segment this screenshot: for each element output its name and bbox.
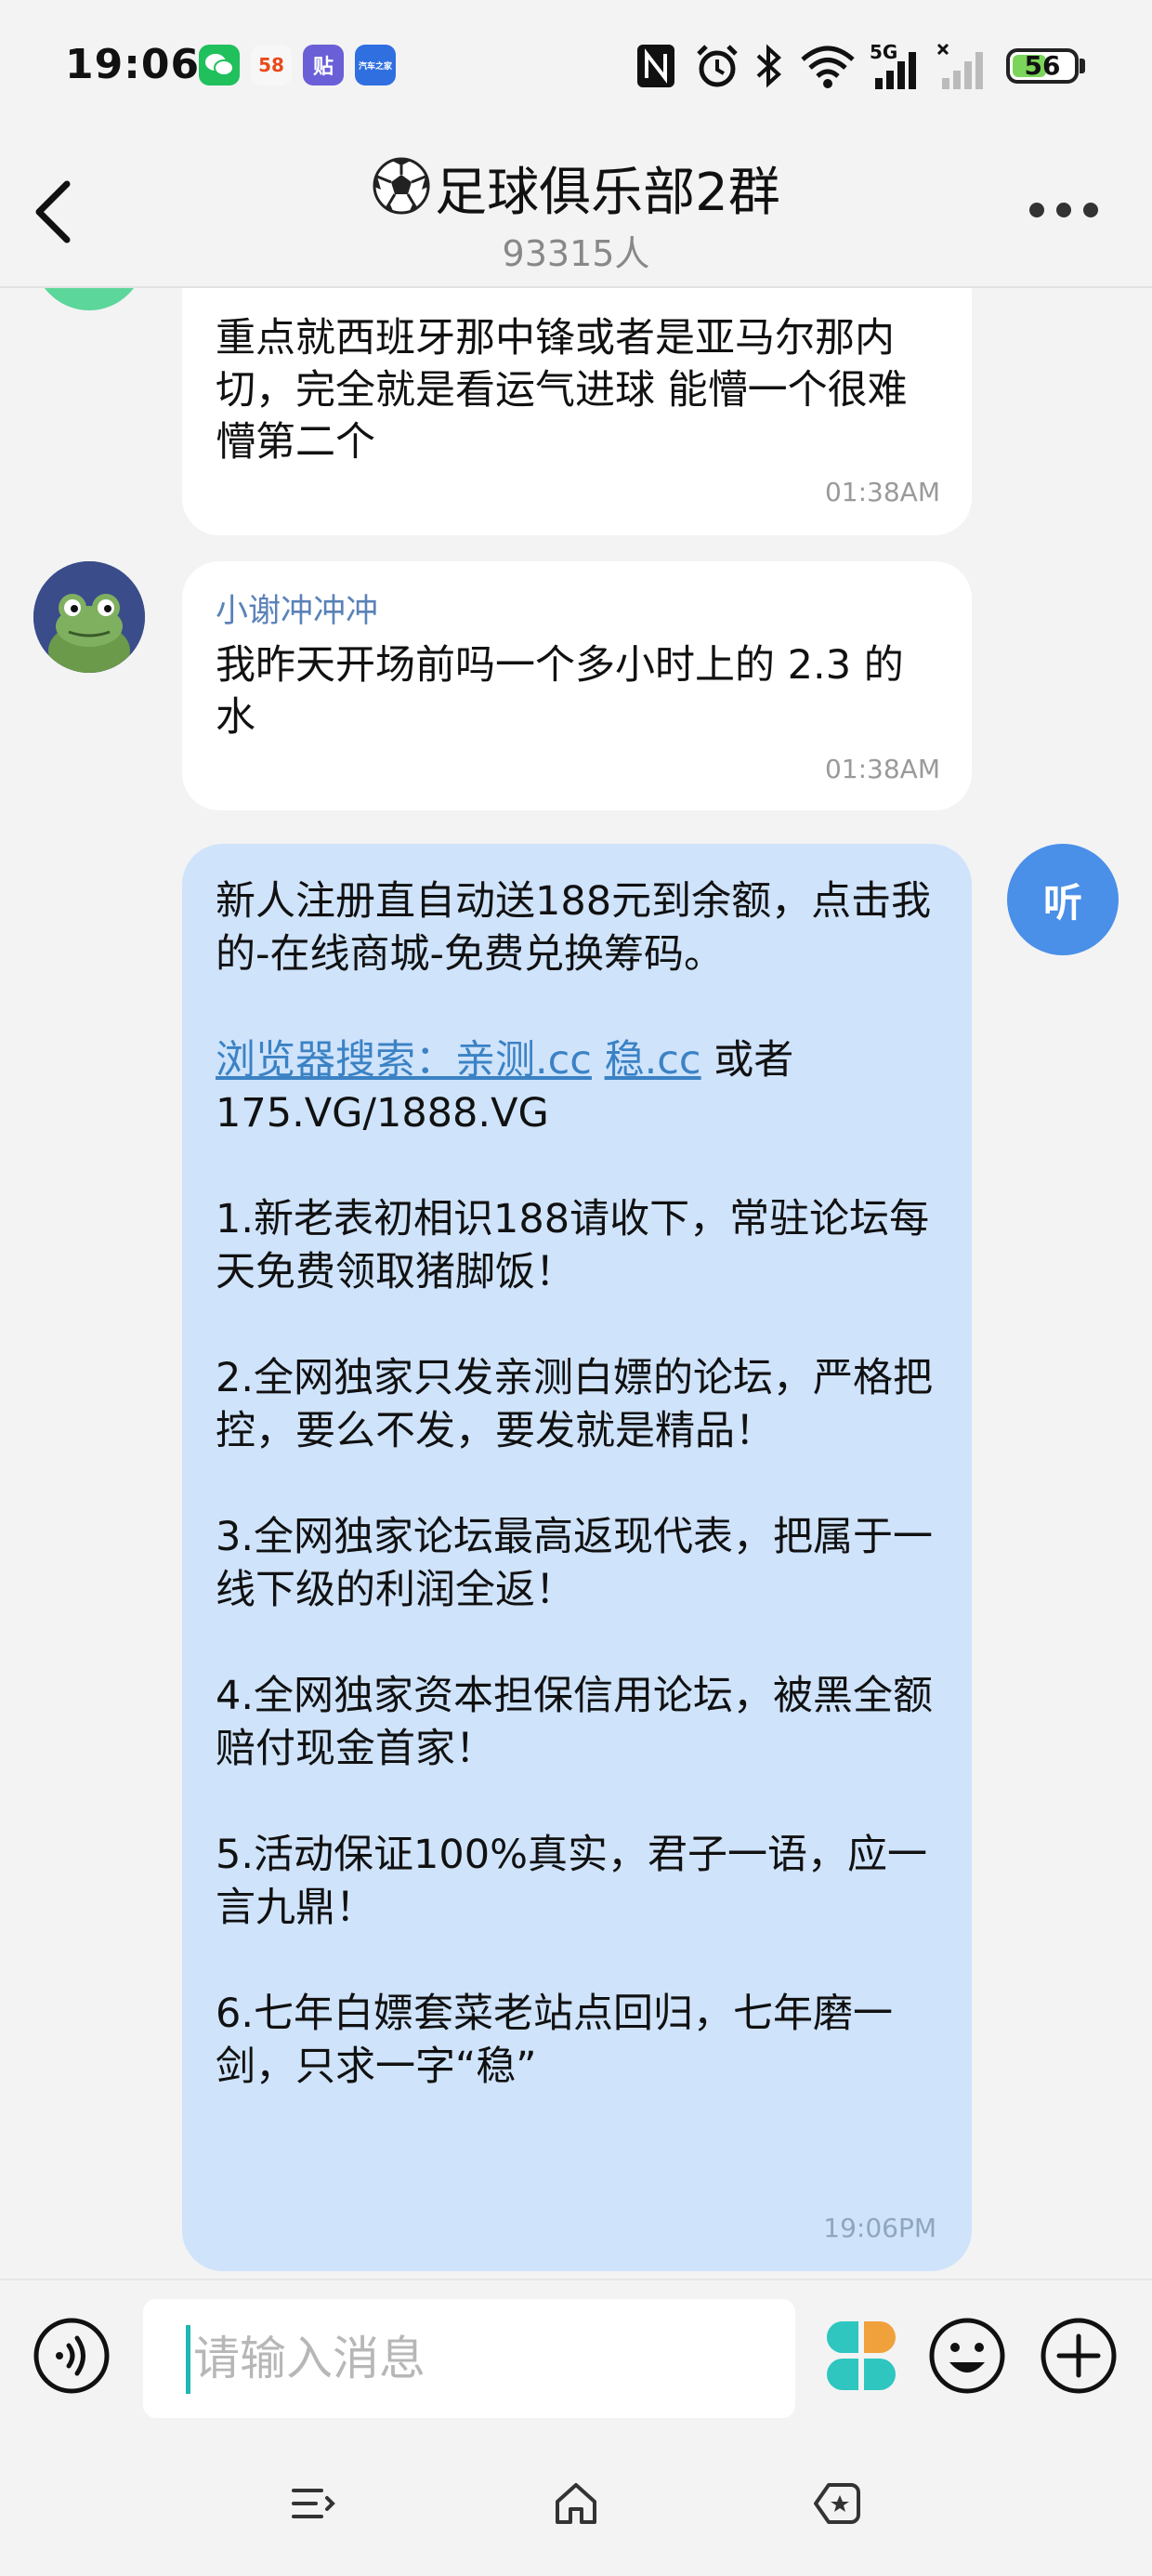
message-time: 01:38AM: [824, 754, 940, 784]
my-avatar[interactable]: 听: [1007, 844, 1119, 955]
or-text: 或者: [700, 1037, 794, 1084]
alarm-icon: [697, 45, 738, 87]
message-bubble[interactable]: 重点就西班牙那中锋或者是亚马尔那内切，完全就是看运气进球 能懵一个很难懵第二个 …: [182, 288, 972, 535]
emoji-icon[interactable]: [927, 2316, 1007, 2396]
sender-name[interactable]: 小谢冲冲冲: [216, 589, 378, 634]
message-paragraph: 2.全网独家只发亲测白嫖的论坛，严格把控，要么不发，要发就是精品！: [216, 1355, 934, 1454]
add-attachment-icon[interactable]: [1039, 2316, 1119, 2396]
recent-apps-icon[interactable]: [284, 2476, 340, 2531]
text-cursor: [186, 2325, 190, 2394]
nfc-icon: [637, 45, 674, 87]
domains-text: 175.VG/1888.VG: [216, 1090, 549, 1137]
message-paragraph: 4.全网独家资本担保信用论坛，被黑全额赔付现金首家！: [216, 1673, 934, 1772]
signal-1-icon: [875, 52, 916, 89]
battery-cap: [1080, 59, 1085, 73]
58-app-icon: 58: [251, 45, 292, 85]
status-bar: 19:06 58 贴 汽车之家 5G 56: [0, 0, 1152, 138]
message-bubble[interactable]: 小谢冲冲冲 我昨天开场前吗一个多小时上的 2.3 的水 01:38AM: [182, 561, 972, 810]
avatar[interactable]: [33, 561, 145, 673]
voice-input-icon[interactable]: [32, 2316, 111, 2396]
message-time: 19:06PM: [823, 2213, 936, 2243]
group-name: 足球俱乐部2群: [435, 163, 780, 223]
system-nav-bar: [0, 2433, 1152, 2576]
tieba-icon: 贴: [303, 45, 344, 85]
home-icon[interactable]: [548, 2476, 604, 2531]
chat-message-list[interactable]: 重点就西班牙那中锋或者是亚马尔那内切，完全就是看运气进球 能懵一个很难懵第二个 …: [0, 288, 1152, 2279]
message-paragraph: 5.活动保证100%真实，君子一语，应一言九鼎！: [216, 1832, 927, 1931]
page-title: 足球俱乐部2群: [0, 151, 1152, 226]
site-link[interactable]: 稳.cc: [605, 1037, 701, 1084]
more-options-icon[interactable]: [1022, 182, 1106, 238]
battery-indicator: 56: [1006, 48, 1079, 84]
message-input-bar: [0, 2279, 1152, 2433]
autohome-icon: 汽车之家: [355, 45, 396, 85]
message-paragraph: 1.新老表初相识188请收下，常驻论坛每天免费领取猪脚饭！: [216, 1196, 930, 1295]
back-nav-icon[interactable]: [810, 2476, 866, 2531]
search-link[interactable]: 浏览器搜索：亲测.cc: [216, 1037, 592, 1084]
my-message-bubble[interactable]: 新人注册直自动送188元到余额，点击我的-在线商城-免费兑换筹码。 浏览器搜索：…: [182, 844, 972, 2271]
avatar[interactable]: [33, 288, 145, 310]
battery-percent: 56: [1024, 50, 1061, 81]
wechat-icon: [199, 45, 240, 85]
message-paragraph: 新人注册直自动送188元到余额，点击我的-在线商城-免费兑换筹码。: [216, 878, 932, 978]
message-paragraph: 浏览器搜索：亲测.cc 稳.cc 或者 175.VG/1888.VG: [216, 1034, 938, 1140]
frog-avatar-icon: [33, 561, 145, 673]
status-time: 19:06: [65, 41, 201, 88]
message-input[interactable]: [143, 2299, 795, 2418]
message-paragraph: 3.全网独家论坛最高返现代表，把属于一线下级的利润全返！: [216, 1514, 934, 1613]
wifi-icon: [801, 46, 855, 88]
signal-2-icon: [936, 43, 983, 89]
member-count: 93315人: [502, 233, 650, 274]
bluetooth-icon: [756, 44, 781, 88]
message-paragraph: 6.七年白嫖套菜老站点回归，七年磨一剑，只求一字“稳”: [216, 1991, 894, 2090]
chat-header: 足球俱乐部2群 93315人: [0, 138, 1152, 288]
message-text: 我昨天开场前吗一个多小时上的 2.3 的水: [216, 642, 904, 741]
message-time: 01:38AM: [824, 477, 940, 507]
message-text: 重点就西班牙那中锋或者是亚马尔那内切，完全就是看运气进球 能懵一个很难懵第二个: [216, 315, 908, 466]
soccer-ball-icon: [373, 157, 430, 215]
apps-clover-icon[interactable]: [821, 2316, 901, 2396]
